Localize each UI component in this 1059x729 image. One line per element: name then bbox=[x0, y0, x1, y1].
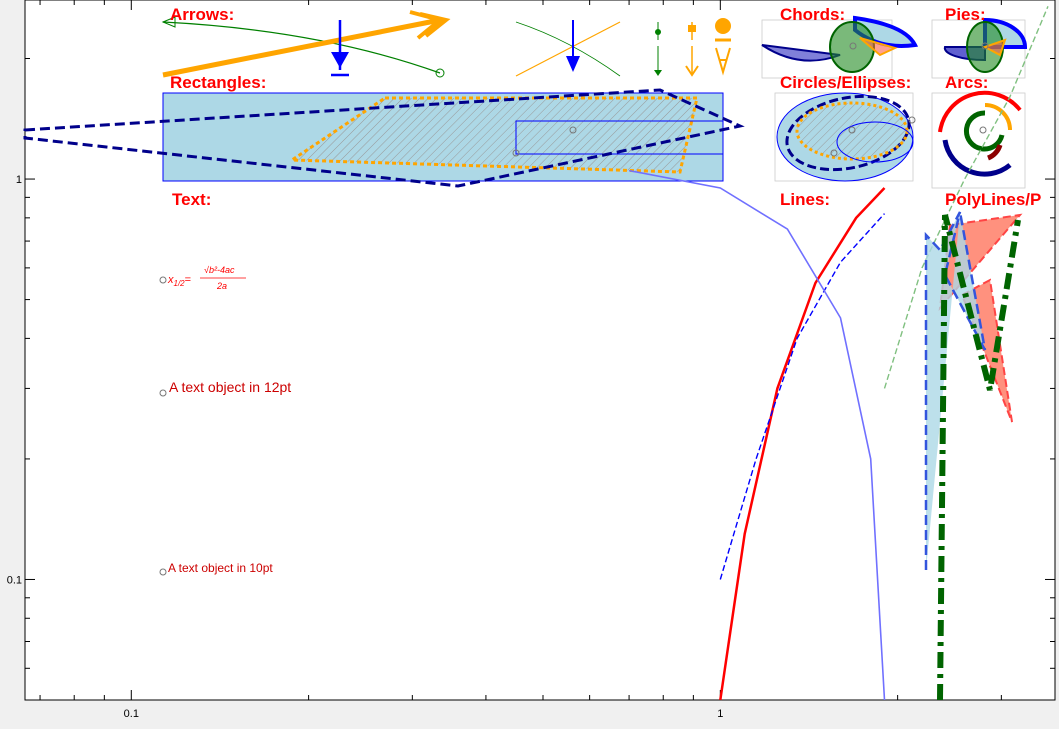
label-chords: Chords: bbox=[780, 5, 845, 24]
log-log-plot: 0.1 1 0.1 1 x1/2= √b²-4ac 2a A text object… bbox=[7, 0, 1056, 720]
label-text: Text: bbox=[172, 190, 211, 209]
label-arcs: Arcs: bbox=[945, 73, 988, 92]
svg-text:2a: 2a bbox=[216, 281, 227, 291]
text-10pt: A text object in 10pt bbox=[168, 561, 273, 575]
x-tick-label: 0.1 bbox=[124, 708, 139, 720]
chart-canvas: 0.1 1 0.1 1 x1/2= √b²-4ac 2a A text obje… bbox=[0, 0, 1059, 729]
label-arrows: Arrows: bbox=[170, 5, 234, 24]
hatched-orange-ellipse bbox=[795, 101, 909, 161]
label-polylines: PolyLines/P bbox=[945, 190, 1041, 209]
label-lines: Lines: bbox=[780, 190, 830, 209]
y-tick-label: 0.1 bbox=[7, 574, 22, 586]
green-chord-blob bbox=[829, 21, 875, 73]
label-circles-ellipses: Circles/Ellipses: bbox=[780, 73, 911, 92]
x-tick-label: 1 bbox=[717, 708, 723, 720]
y-tick-label: 1 bbox=[16, 174, 22, 186]
svg-text:√b²-4ac: √b²-4ac bbox=[204, 265, 235, 275]
label-pies: Pies: bbox=[945, 5, 986, 24]
label-rectangles: Rectangles: bbox=[170, 73, 266, 92]
text-12pt: A text object in 12pt bbox=[169, 379, 291, 395]
